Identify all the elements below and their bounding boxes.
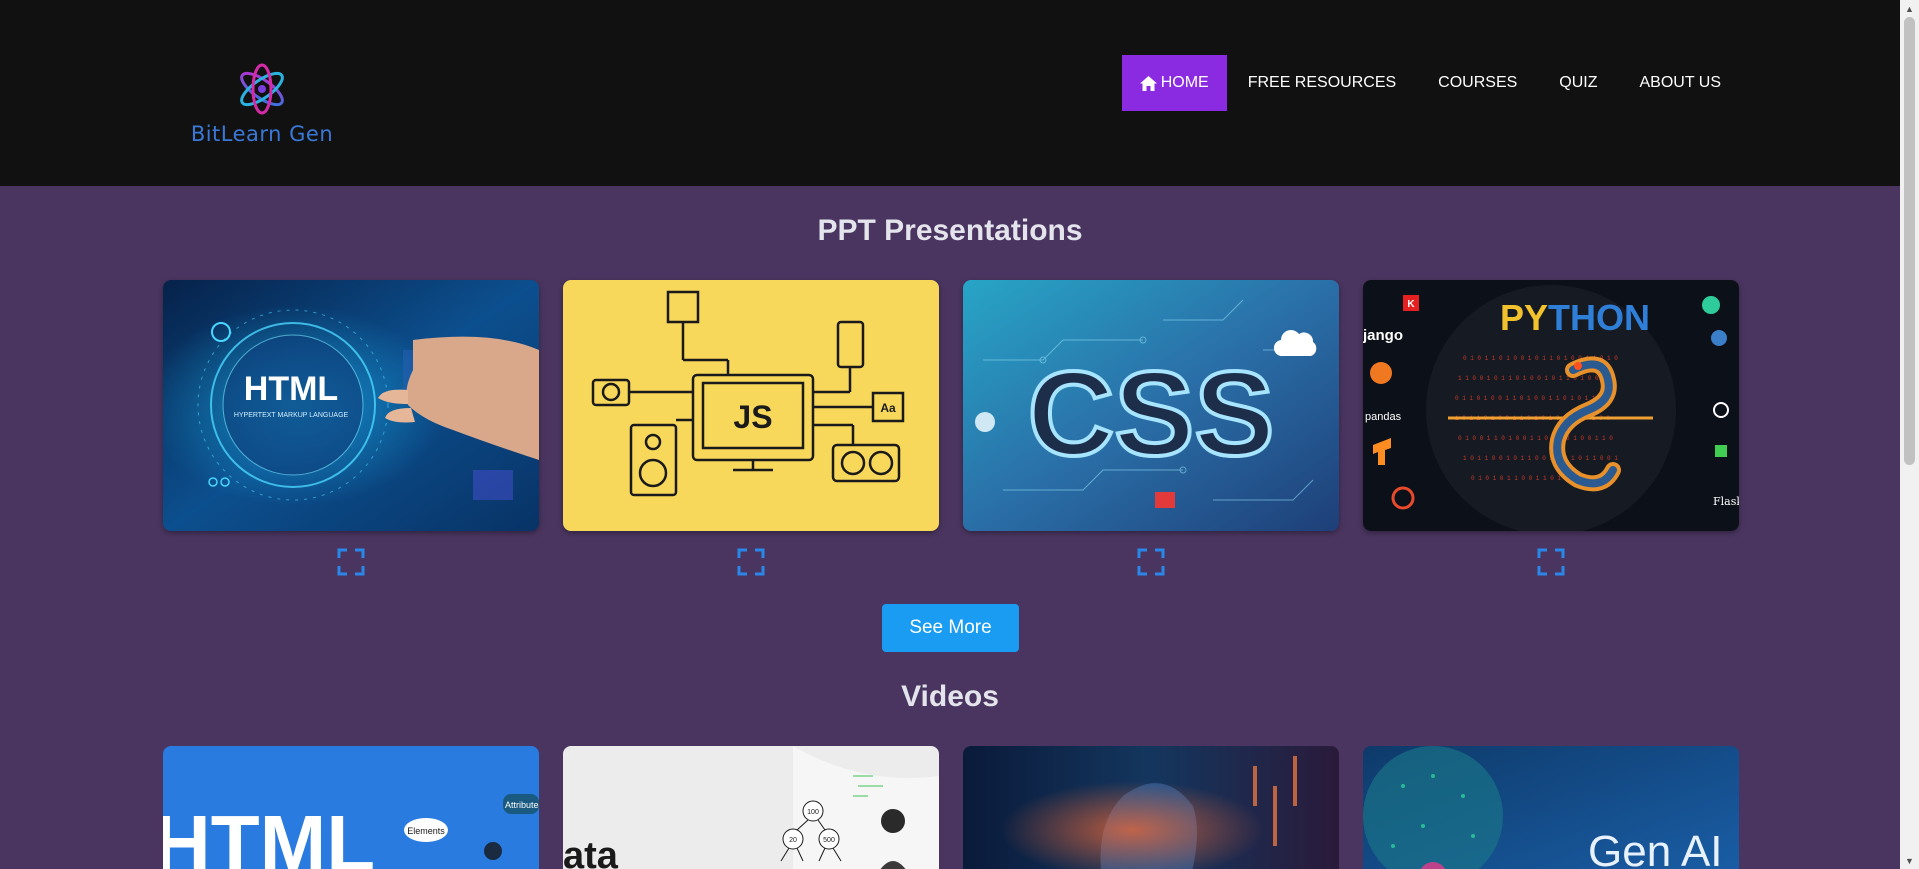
ppt-card-python[interactable]: 0 1 0 1 1 0 1 0 0 1 0 1 1 0 1 0 0 1 1 0 … bbox=[1363, 280, 1739, 531]
svg-text:1 0 1 1 0 0 1 0 1 1 0 0 1 0 0: 1 0 1 1 0 0 1 0 1 1 0 0 1 0 0 1 0 1 1 0 … bbox=[1463, 455, 1618, 462]
svg-text:Gen AI: Gen AI bbox=[1588, 827, 1723, 869]
brand-logo[interactable]: BitLearn Gen bbox=[190, 62, 334, 152]
svg-text:0 1 1 0 1 0 0 1 1 0 1 0 0 1 1: 0 1 1 0 1 0 0 1 1 0 1 0 0 1 1 0 1 0 1 1 … bbox=[1455, 395, 1610, 402]
svg-text:K: K bbox=[1407, 299, 1415, 310]
ppt-card-js[interactable]: JS Aa bbox=[563, 280, 939, 531]
css-thumbnail: CSS bbox=[963, 280, 1339, 531]
nav-item-label: COURSES bbox=[1438, 74, 1518, 91]
video-card-ai-face[interactable] bbox=[963, 746, 1339, 869]
svg-text:0 1 0 0 1 1 0 1 0 0 1 1 0 1 1: 0 1 0 0 1 1 0 1 0 0 1 1 0 1 1 0 1 0 0 1 … bbox=[1458, 435, 1613, 442]
page-scrollbar[interactable]: ▲ ▼ bbox=[1900, 0, 1919, 869]
video-thumbnail bbox=[963, 746, 1339, 869]
home-icon bbox=[1139, 75, 1157, 91]
expand-icon[interactable] bbox=[737, 548, 765, 576]
svg-text:pandas: pandas bbox=[1365, 411, 1402, 423]
video-card-data[interactable]: ata 100 20 500 bbox=[563, 746, 939, 869]
nav-item-label: HOME bbox=[1160, 74, 1209, 91]
svg-text:20: 20 bbox=[789, 837, 797, 844]
svg-text:Flask: Flask bbox=[1713, 495, 1739, 508]
svg-text:HTML: HTML bbox=[163, 799, 375, 869]
videos-section-title: Videos bbox=[901, 680, 999, 713]
video-card-gen-ai[interactable]: Gen AI bbox=[1363, 746, 1739, 869]
js-thumbnail: JS Aa bbox=[563, 280, 939, 531]
nav-item-label: ABOUT US bbox=[1639, 74, 1722, 91]
brand-name: BitLearn Gen bbox=[190, 122, 334, 146]
svg-text:JS: JS bbox=[733, 399, 772, 435]
python-thumbnail: 0 1 0 1 1 0 1 0 0 1 0 1 1 0 1 0 0 1 1 0 … bbox=[1363, 280, 1739, 531]
ppt-section-title: PPT Presentations bbox=[817, 214, 1083, 247]
video-thumbnail: HTML Elements Attributes bbox=[163, 746, 539, 869]
svg-text:HTML: HTML bbox=[244, 370, 338, 408]
see-more-button[interactable]: See More bbox=[882, 604, 1019, 652]
svg-text:PY: PY bbox=[1500, 297, 1548, 338]
nav-item-free-resources[interactable]: FREE RESOURCES bbox=[1227, 55, 1417, 111]
svg-text:HYPERTEXT MARKUP LANGUAGE: HYPERTEXT MARKUP LANGUAGE bbox=[234, 412, 349, 419]
nav-item-label: FREE RESOURCES bbox=[1247, 74, 1397, 91]
svg-text:1 1 0 0 1 0 1 1 0 1 0 0 1 0 1: 1 1 0 0 1 0 1 1 0 1 0 0 1 0 1 1 0 1 0 0 … bbox=[1458, 375, 1613, 382]
expand-icon[interactable] bbox=[1137, 548, 1165, 576]
video-thumbnail: ata 100 20 500 bbox=[563, 746, 939, 869]
svg-text:ata: ata bbox=[563, 835, 619, 869]
expand-icon[interactable] bbox=[1537, 548, 1565, 576]
svg-text:100: 100 bbox=[807, 809, 819, 816]
scroll-thumb[interactable] bbox=[1904, 17, 1915, 465]
html-thumbnail: HTML HYPERTEXT MARKUP LANGUAGE bbox=[163, 280, 539, 531]
atom-icon bbox=[240, 63, 284, 115]
svg-text:Elements: Elements bbox=[407, 826, 445, 836]
site-header: BitLearn Gen HOME FREE RESOURCES COURSES… bbox=[0, 0, 1900, 186]
scroll-up-arrow-icon[interactable]: ▲ bbox=[1900, 0, 1919, 17]
scroll-down-arrow-icon[interactable]: ▼ bbox=[1900, 852, 1919, 869]
nav-item-label: QUIZ bbox=[1559, 74, 1598, 91]
svg-text:CSS: CSS bbox=[1028, 347, 1275, 481]
nav-item-about-us[interactable]: ABOUT US bbox=[1619, 55, 1743, 111]
nav-item-courses[interactable]: COURSES bbox=[1417, 55, 1538, 111]
main-nav: HOME FREE RESOURCES COURSES QUIZ ABOUT U… bbox=[1121, 55, 1743, 111]
svg-text:Attributes: Attributes bbox=[505, 800, 539, 810]
ppt-card-css[interactable]: CSS bbox=[963, 280, 1339, 531]
svg-text:Aa: Aa bbox=[880, 401, 896, 415]
nav-item-quiz[interactable]: QUIZ bbox=[1538, 55, 1618, 111]
expand-icon[interactable] bbox=[337, 548, 365, 576]
video-thumbnail: Gen AI bbox=[1363, 746, 1739, 869]
nav-item-home[interactable]: HOME bbox=[1121, 55, 1227, 111]
svg-text:jango: jango bbox=[1363, 327, 1403, 344]
svg-text:THON: THON bbox=[1548, 297, 1650, 338]
video-card-html[interactable]: HTML Elements Attributes bbox=[163, 746, 539, 869]
svg-text:500: 500 bbox=[823, 837, 835, 844]
ppt-card-html[interactable]: HTML HYPERTEXT MARKUP LANGUAGE bbox=[163, 280, 539, 531]
